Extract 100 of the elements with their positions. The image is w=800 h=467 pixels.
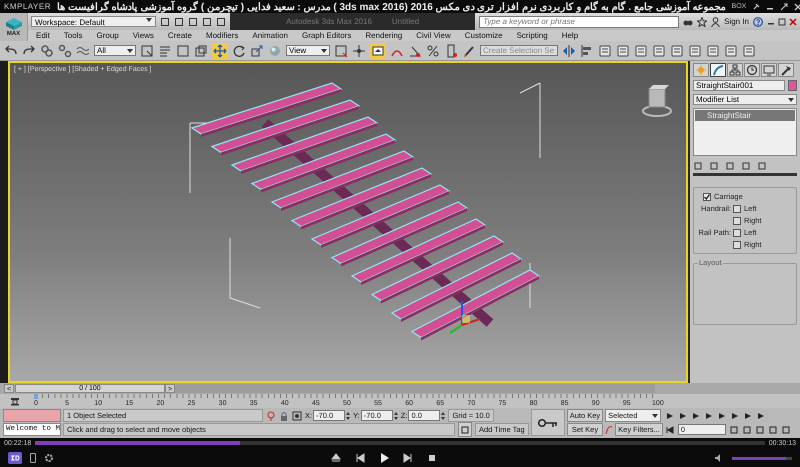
motion-icon [746, 64, 758, 76]
hierarchy-icon [729, 64, 741, 76]
transform-gizmo-icon[interactable] [449, 301, 480, 334]
menu-item[interactable]: Customize [464, 31, 503, 40]
selection-filter-dropdown[interactable]: All [94, 45, 136, 56]
command-panel-tab[interactable] [744, 63, 760, 77]
link-icon[interactable] [40, 44, 54, 58]
pivot-icon[interactable] [334, 44, 348, 58]
command-panel-tab[interactable] [761, 63, 777, 77]
modifier-list-label: Modifier List [696, 95, 740, 104]
window-crossing-icon[interactable] [194, 44, 208, 58]
menu-item[interactable]: Tools [64, 31, 82, 40]
manipulate-icon[interactable] [352, 44, 366, 58]
modifier-stack[interactable]: StraightStair [693, 108, 797, 156]
menu-item[interactable]: Graph Editors [302, 31, 352, 40]
settings-icon[interactable] [44, 453, 54, 463]
checkbox[interactable] [733, 216, 741, 224]
command-panel-tab[interactable] [727, 63, 743, 77]
app-title: Autodesk 3ds Max 2016 [286, 16, 372, 28]
menu-item[interactable]: Help [562, 31, 578, 40]
search-field[interactable]: Type a keyword or phrase [479, 16, 680, 28]
workspace-dropdown[interactable]: Workspace: Default [31, 16, 156, 27]
close-icon[interactable] [794, 2, 800, 10]
rectangle-select-icon[interactable] [176, 44, 190, 58]
align-icon[interactable] [580, 44, 594, 58]
menu-item[interactable]: Group [96, 31, 119, 40]
user-icon[interactable] [711, 16, 720, 26]
time-tag-button[interactable] [458, 422, 472, 437]
star-icon[interactable] [697, 16, 708, 26]
modifier-list-dropdown[interactable]: Modifier List [693, 94, 797, 105]
play-icon[interactable] [379, 453, 389, 463]
display-icon [763, 64, 775, 76]
video-title: مجموعه آموزشی جامع . گام به گام و کاربردی نرم افزار تری دی مکس 2016 (3ds max 2016 ) مدرس : سعید فدایی ( تیچرمن ) گروه آموزشی پادشاه گرافیست ها [56, 0, 726, 12]
selection-filter-dropdown-label: All [97, 46, 106, 55]
command-panel-tab[interactable] [778, 63, 794, 77]
checkbox[interactable] [733, 204, 741, 212]
dropdown-arrow-icon [146, 17, 152, 23]
key-curve-icon[interactable] [605, 424, 614, 434]
absolute-mode-icon[interactable] [292, 410, 302, 420]
3d-mode-icon[interactable] [8, 452, 22, 464]
workspace-label: Workspace: Default [35, 17, 105, 26]
modifier-stack-item[interactable]: StraightStair [695, 110, 795, 121]
color-swatch [3, 409, 61, 422]
checkbox[interactable] [703, 192, 711, 200]
object-color-swatch[interactable] [788, 80, 797, 91]
document-title: Untitled [392, 16, 420, 28]
checkbox[interactable] [733, 228, 741, 236]
menu-item[interactable]: Scripting [516, 31, 548, 40]
dropdown-arrow-icon [788, 96, 794, 102]
percent-snap-icon[interactable] [426, 44, 440, 58]
utilities-icon [780, 64, 792, 76]
player-name: KMPLAYER [4, 2, 51, 11]
menu-item[interactable]: Create [168, 31, 192, 40]
dropdown-arrow-icon [652, 412, 658, 418]
menu-item[interactable]: Animation [252, 31, 288, 40]
create-icon [695, 64, 707, 76]
key-mode-toggle-icon[interactable] [664, 424, 675, 434]
menu-item[interactable]: Civil View [416, 31, 451, 40]
next-icon[interactable] [403, 453, 413, 463]
help-icon[interactable] [753, 16, 763, 26]
edit-named-selection-icon[interactable] [462, 44, 476, 58]
lock-icon[interactable] [279, 410, 289, 420]
isolate-icon[interactable] [266, 410, 276, 420]
modify-icon [712, 64, 724, 76]
key-icon [538, 418, 558, 428]
mirror-icon[interactable] [562, 44, 576, 58]
stop-icon[interactable] [427, 453, 437, 463]
phone-icon[interactable] [30, 453, 36, 463]
eject-icon[interactable] [331, 453, 341, 463]
pin-icon[interactable] [752, 2, 760, 10]
window-controls-icon[interactable] [767, 16, 797, 26]
keyboard-shortcut-icon[interactable] [370, 42, 386, 58]
rotate-icon[interactable] [232, 44, 246, 58]
unlink-icon[interactable] [58, 44, 72, 58]
menu-item[interactable]: Edit [36, 31, 50, 40]
object-name-field[interactable]: StraightStair001 [693, 80, 785, 91]
track-bar-toggle-icon[interactable] [10, 396, 20, 406]
menu-item[interactable]: Rendering [365, 31, 402, 40]
checkbox[interactable] [733, 240, 741, 248]
play-icon[interactable] [690, 410, 701, 420]
maximize-icon[interactable] [780, 2, 788, 10]
named-selection-field[interactable]: Create Selection Se [480, 45, 558, 56]
move-icon[interactable] [212, 42, 228, 58]
time-tag-icon [461, 426, 469, 434]
scale-icon[interactable] [250, 44, 264, 58]
set-key-mode-button[interactable] [530, 409, 565, 436]
reference-coordinate-dropdown[interactable]: View [286, 45, 330, 56]
reference-coordinate-dropdown-label: View [289, 46, 306, 55]
viewcube-icon[interactable] [642, 85, 672, 117]
select-by-name-icon[interactable] [158, 44, 172, 58]
menu-item[interactable]: Modifiers [206, 31, 238, 40]
menu-item[interactable]: Views [132, 31, 154, 40]
select-object-icon[interactable] [140, 44, 154, 58]
dropdown-arrow-icon [321, 48, 327, 54]
max-logo-icon [4, 17, 22, 31]
dropdown-arrow-icon [127, 48, 133, 54]
previous-icon[interactable] [355, 453, 365, 463]
sign-in-link[interactable]: Sign In [724, 17, 749, 26]
command-panel-tab[interactable] [710, 63, 726, 77]
current-frame-marker[interactable] [34, 394, 38, 399]
